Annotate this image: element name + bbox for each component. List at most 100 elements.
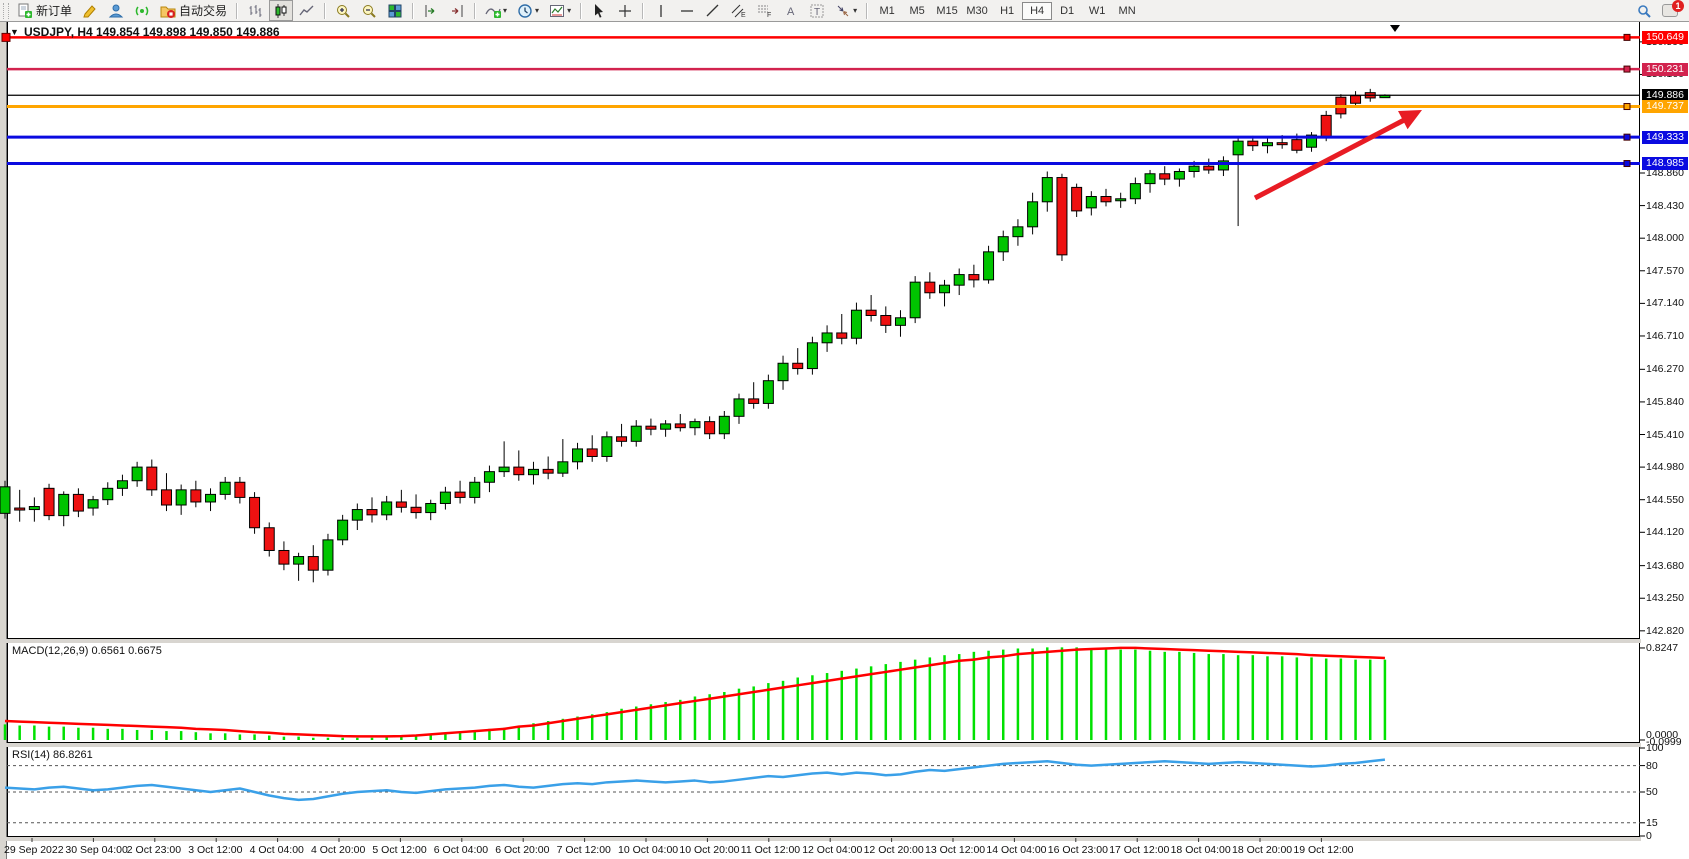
svg-text:A: A — [787, 6, 795, 18]
text-label-icon: T — [809, 3, 825, 19]
time-label: 13 Oct 12:00 — [925, 844, 985, 856]
crosshair-button[interactable] — [613, 0, 637, 21]
auto-scroll-button[interactable] — [419, 0, 443, 21]
time-label: 11 Oct 12:00 — [741, 844, 800, 856]
auto-scroll-icon — [423, 3, 439, 19]
time-label: 6 Oct 04:00 — [434, 844, 488, 856]
macd-label: MACD(12,26,9) 0.6561 0.6675 — [12, 645, 162, 657]
line-chart-button[interactable] — [295, 0, 319, 21]
timeframe-m5[interactable]: M5 — [902, 2, 932, 20]
rsi-scale-50: 50 — [1646, 786, 1658, 798]
price-tick-142.820: 142.820 — [1646, 625, 1684, 637]
price-badge-150.231: 150.231 — [1642, 63, 1688, 76]
time-label: 30 Sep 04:00 — [65, 844, 127, 856]
cursor-icon — [591, 3, 607, 19]
timeframe-m15[interactable]: M15 — [932, 2, 962, 20]
time-label: 10 Oct 20:00 — [679, 844, 739, 856]
time-label: 2 Oct 23:00 — [127, 844, 181, 856]
svg-text:E: E — [741, 12, 746, 19]
rsi-scale-100: 100 — [1646, 742, 1664, 754]
time-label: 5 Oct 12:00 — [372, 844, 426, 856]
trendline-icon — [705, 3, 721, 19]
vertical-line-button[interactable] — [649, 0, 673, 21]
rsi-plot[interactable] — [7, 746, 1640, 837]
toolbar-separator — [236, 3, 238, 19]
timeframe-d1[interactable]: D1 — [1052, 2, 1082, 20]
chart-plot[interactable] — [7, 21, 1640, 639]
rsi-scale-15: 15 — [1646, 817, 1658, 829]
templates-button[interactable]: ▾ — [545, 0, 575, 21]
cursor-button[interactable] — [587, 0, 611, 21]
fibonacci-button[interactable]: F — [753, 0, 777, 21]
arrows-icon — [835, 3, 851, 19]
new-order-button[interactable]: 新订单 — [13, 0, 76, 21]
time-label: 12 Oct 04:00 — [802, 844, 862, 856]
candlestick-chart-button[interactable] — [269, 0, 293, 21]
toolbar-separator — [474, 3, 476, 19]
zoom-out-button[interactable] — [357, 0, 381, 21]
time-label: 14 Oct 04:00 — [986, 844, 1046, 856]
profile-button[interactable] — [78, 0, 102, 21]
timeframe-h4[interactable]: H4 — [1022, 2, 1052, 20]
time-label: 6 Oct 20:00 — [495, 844, 549, 856]
tile-windows-button[interactable] — [383, 0, 407, 21]
text-label-button[interactable]: T — [805, 0, 829, 21]
toolbar-grip[interactable] — [3, 3, 9, 19]
horizontal-line-button[interactable] — [675, 0, 699, 21]
candlestick-icon — [273, 3, 289, 19]
horizontal-line-icon — [679, 3, 695, 19]
toolbar: 新订单 自动交易 — [0, 0, 1689, 22]
channel-icon: E — [731, 3, 747, 19]
timeframe-w1[interactable]: W1 — [1082, 2, 1112, 20]
toolbar-separator — [866, 3, 868, 19]
dropdown-caret[interactable]: ▾ — [567, 6, 571, 15]
time-label: 3 Oct 12:00 — [188, 844, 242, 856]
toolbar-separator — [324, 3, 326, 19]
text-icon: A — [783, 3, 799, 19]
notifications-button[interactable]: 1 — [1658, 0, 1682, 21]
panel-splitter[interactable] — [0, 639, 1689, 643]
profile-icon — [82, 3, 98, 19]
search-button[interactable] — [1632, 0, 1656, 21]
line-chart-icon — [299, 3, 315, 19]
tile-windows-icon — [387, 3, 403, 19]
new-order-icon — [17, 3, 33, 19]
price-tick-147.570: 147.570 — [1646, 265, 1684, 277]
timeframe-m30[interactable]: M30 — [962, 2, 992, 20]
panel-splitter[interactable] — [0, 837, 1689, 841]
price-badge-150.649: 150.649 — [1642, 31, 1688, 44]
dropdown-caret[interactable]: ▾ — [535, 6, 539, 15]
timeframe-mn[interactable]: MN — [1112, 2, 1142, 20]
chart-shift-button[interactable] — [445, 0, 469, 21]
timeframe-h1[interactable]: H1 — [992, 2, 1022, 20]
arrows-button[interactable]: ▾ — [831, 0, 861, 21]
macd-plot[interactable] — [7, 642, 1640, 743]
bar-chart-button[interactable] — [243, 0, 267, 21]
price-tick-146.710: 146.710 — [1646, 330, 1684, 342]
community-button[interactable] — [104, 0, 128, 21]
autotrading-label: 自动交易 — [179, 2, 227, 19]
timeframe-toolbar: M1M5M15M30H1H4D1W1MN — [872, 2, 1142, 20]
channel-button[interactable]: E — [727, 0, 751, 21]
mt4-window: 新订单 自动交易 — [0, 0, 1689, 859]
indicators-button[interactable]: ▾ — [481, 0, 511, 21]
trendline-button[interactable] — [701, 0, 725, 21]
price-tick-144.980: 144.980 — [1646, 461, 1684, 473]
time-label: 17 Oct 12:00 — [1109, 844, 1169, 856]
price-tick-146.270: 146.270 — [1646, 363, 1684, 375]
svg-text:F: F — [767, 12, 771, 19]
timeframe-m1[interactable]: M1 — [872, 2, 902, 20]
text-button[interactable]: A — [779, 0, 803, 21]
dropdown-caret[interactable]: ▾ — [503, 6, 507, 15]
time-label: 12 Oct 20:00 — [864, 844, 924, 856]
signals-button[interactable] — [130, 0, 154, 21]
periods-button[interactable]: ▾ — [513, 0, 543, 21]
dropdown-caret[interactable]: ▾ — [853, 6, 857, 15]
panel-splitter[interactable] — [0, 743, 1689, 747]
crosshair-icon — [617, 3, 633, 19]
time-label: 29 Sep 2022 — [4, 844, 64, 856]
autotrading-button[interactable]: 自动交易 — [156, 0, 231, 21]
zoom-in-button[interactable] — [331, 0, 355, 21]
symbol-dropdown-marker[interactable]: ▼ — [10, 27, 19, 37]
price-tick-145.410: 145.410 — [1646, 429, 1684, 441]
